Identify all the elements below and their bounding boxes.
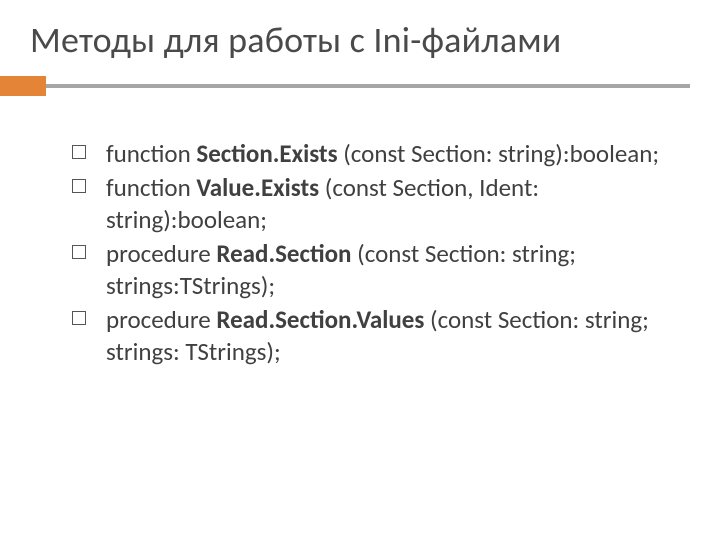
list-item: procedure Read.Section.Values (const Sec… (72, 304, 660, 368)
item-bold: Read.Section.Values (216, 304, 424, 335)
bullet-list: function Section.Exists (const Section: … (72, 138, 660, 368)
item-bold: Read.Section (216, 238, 351, 269)
divider-bar (30, 84, 690, 88)
item-pre: procedure (106, 304, 216, 335)
item-bold: Value.Exists (196, 172, 319, 203)
item-bold: Section.Exists (196, 138, 337, 169)
item-pre: function (106, 172, 196, 203)
item-post: (const Section: string):boolean; (338, 138, 660, 169)
title-divider (0, 76, 690, 96)
slide-title: Методы для работы с Ini-файлами (0, 0, 720, 76)
slide: Методы для работы с Ini-файлами function… (0, 0, 720, 540)
list-item: function Section.Exists (const Section: … (72, 138, 660, 170)
slide-content: function Section.Exists (const Section: … (0, 96, 720, 368)
item-pre: procedure (106, 238, 216, 269)
divider-accent (0, 76, 46, 96)
list-item: procedure Read.Section (const Section: s… (72, 238, 660, 302)
item-pre: function (106, 138, 196, 169)
list-item: function Value.Exists (const Section, Id… (72, 172, 660, 236)
